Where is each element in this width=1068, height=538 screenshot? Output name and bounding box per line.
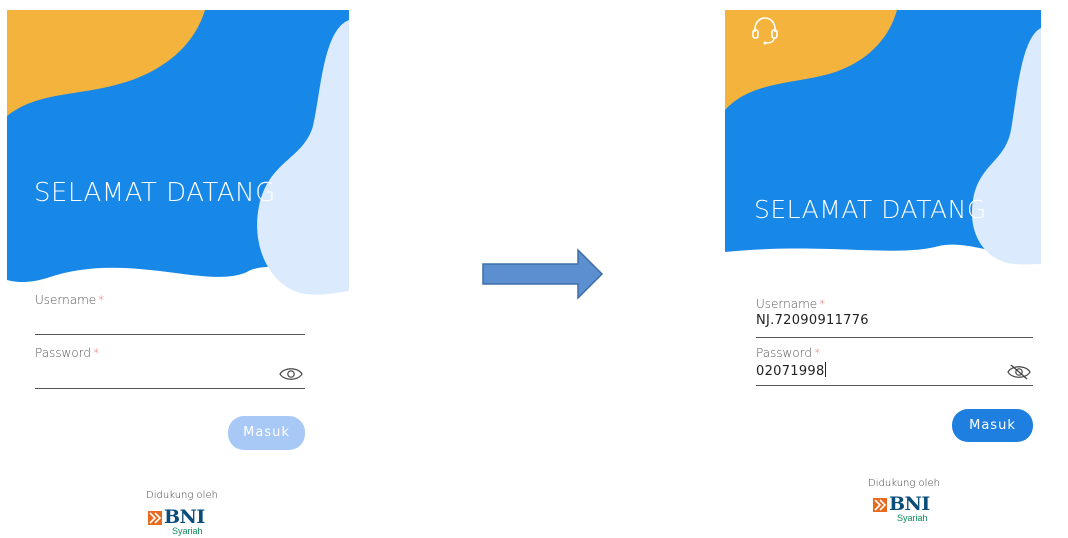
hero-background — [725, 10, 1041, 265]
login-screen-empty: SELAMAT DATANG Username * Password * Masuk… — [7, 10, 349, 538]
username-underline — [756, 337, 1033, 338]
logo-text: BNI — [889, 493, 930, 515]
logo-text: BNI — [164, 506, 205, 528]
username-input[interactable]: NJ.72090911776 — [756, 313, 1033, 330]
eye-off-icon[interactable] — [1007, 364, 1031, 380]
password-label: Password — [756, 346, 813, 360]
password-field[interactable]: Password * 02071998 — [756, 346, 1033, 390]
headset-icon[interactable] — [751, 16, 779, 46]
username-input[interactable] — [35, 309, 305, 326]
logo-mark-icon — [873, 498, 887, 512]
password-underline — [756, 385, 1033, 386]
username-field[interactable]: Username * — [35, 293, 305, 337]
password-input[interactable] — [35, 362, 305, 379]
supported-by-text: Didukung oleh — [146, 490, 218, 501]
logo-subtext: Syariah — [172, 526, 203, 536]
logo-mark-icon — [148, 511, 162, 525]
login-button-disabled[interactable]: Masuk — [228, 416, 305, 450]
password-label: Password — [35, 346, 92, 360]
welcome-title: SELAMAT DATANG — [754, 195, 987, 224]
username-label: Username — [35, 293, 97, 307]
login-screen-filled: SELAMAT DATANG Username * NJ.72090911776 … — [725, 10, 1041, 538]
right-arrow-icon — [482, 248, 604, 300]
logo-subtext: Syariah — [897, 513, 928, 523]
required-mark: * — [819, 297, 826, 311]
welcome-title: SELAMAT DATANG — [34, 178, 276, 208]
password-underline — [35, 388, 305, 389]
text-caret — [824, 362, 826, 377]
supported-by-text: Didukung oleh — [868, 478, 940, 489]
required-mark: * — [93, 346, 100, 360]
username-label: Username — [756, 297, 818, 311]
required-mark: * — [814, 346, 821, 360]
hero-background — [7, 10, 349, 295]
login-button[interactable]: Masuk — [952, 409, 1033, 442]
username-field[interactable]: Username * NJ.72090911776 — [756, 297, 1033, 341]
password-input[interactable]: 02071998 — [756, 364, 825, 379]
bni-syariah-logo: BNI Syariah — [148, 506, 218, 538]
username-underline — [35, 334, 305, 335]
required-mark: * — [98, 293, 105, 307]
password-field[interactable]: Password * — [35, 346, 305, 390]
bni-syariah-logo: BNI Syariah — [873, 493, 943, 526]
eye-icon[interactable] — [279, 366, 303, 382]
